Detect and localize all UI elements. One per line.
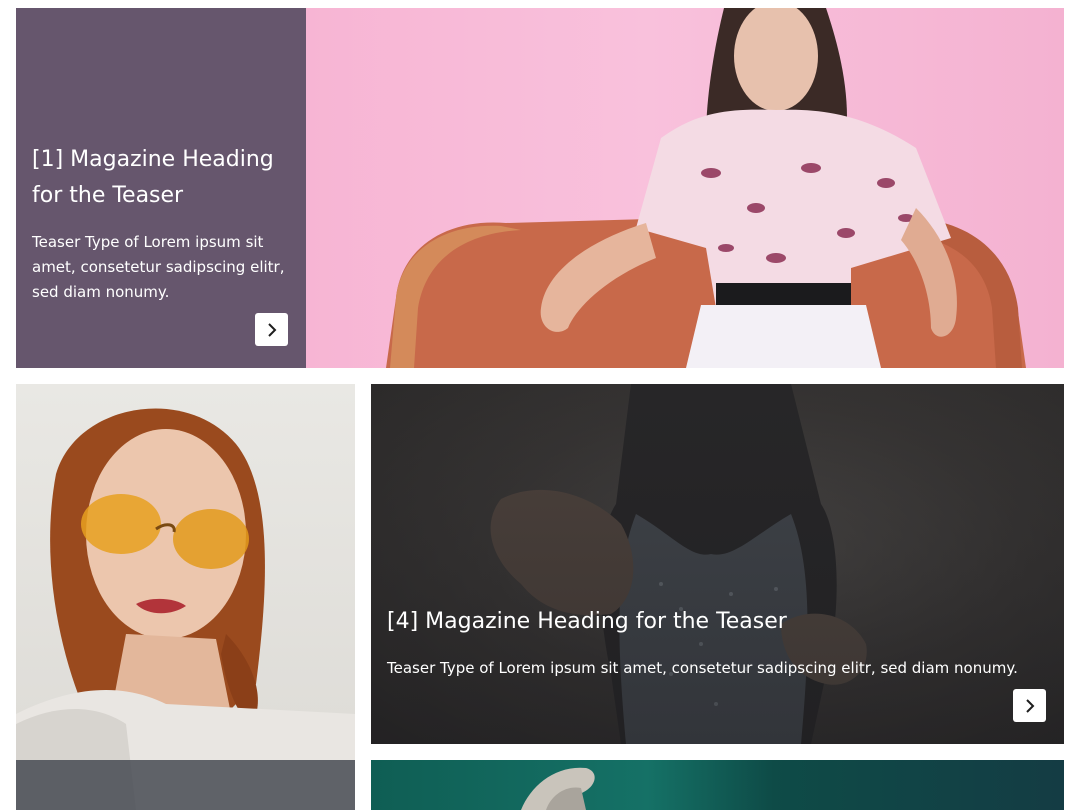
teaser-3-panel [16, 760, 355, 810]
teaser-3-image [16, 384, 355, 810]
teaser-1-arrow-button[interactable] [255, 313, 288, 346]
teaser-1-heading: [1] Magazine Heading for the Teaser [32, 147, 274, 208]
teaser-card-4[interactable]: [4] Magazine Heading for the Teaser Teas… [371, 384, 1064, 744]
teaser-1-text: Teaser Type of Lorem ipsum sit amet, con… [32, 233, 285, 301]
teaser-4-text: Teaser Type of Lorem ipsum sit amet, con… [387, 659, 1018, 677]
teaser-card-1[interactable]: [1] Magazine Heading for the Teaser Teas… [16, 8, 1064, 368]
teaser-4-overlay [371, 384, 1064, 744]
teaser-5-image [371, 760, 1064, 810]
teaser-4-arrow-button[interactable] [1013, 689, 1046, 722]
teaser-1-image [306, 8, 1064, 368]
chevron-right-icon [1025, 698, 1034, 713]
teaser-card-5[interactable] [371, 760, 1064, 810]
teaser-1-panel: [1] Magazine Heading for the Teaser Teas… [16, 8, 306, 368]
teaser-card-3[interactable] [16, 384, 355, 810]
teaser-4-heading: [4] Magazine Heading for the Teaser [387, 609, 787, 634]
chevron-right-icon [267, 322, 276, 337]
